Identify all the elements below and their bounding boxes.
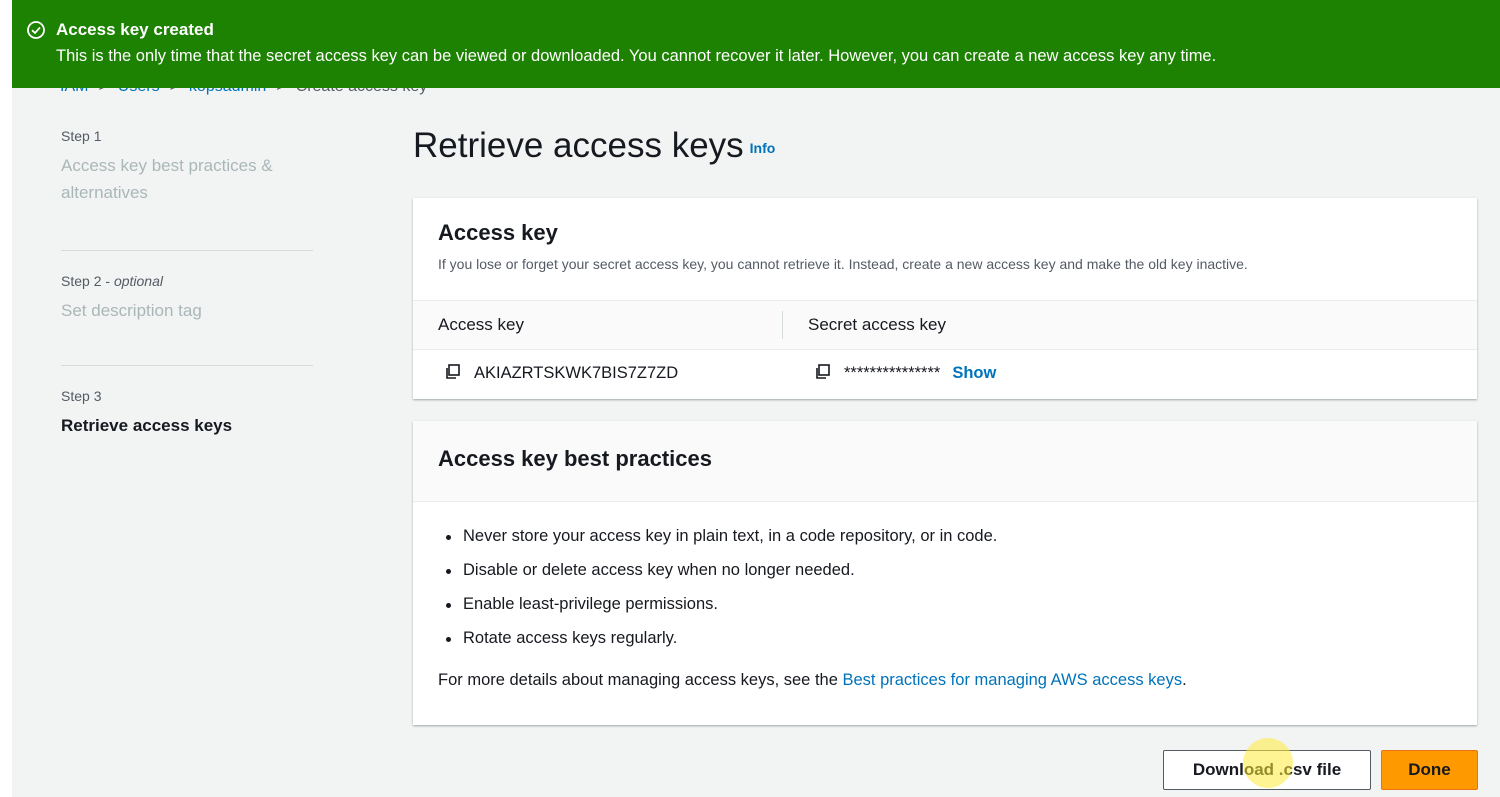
- step-1: Step 1 Access key best practices & alter…: [61, 128, 313, 228]
- list-item: Never store your access key in plain tex…: [438, 527, 997, 561]
- list-item: Enable least-privilege permissions.: [438, 595, 997, 629]
- access-key-description: If you lose or forget your secret access…: [438, 256, 1248, 272]
- copy-icon[interactable]: [814, 363, 832, 381]
- access-key-value: AKIAZRTSKWK7BIS7Z7ZD: [474, 364, 679, 382]
- table-row: AKIAZRTSKWK7BIS7Z7ZD *************** Show: [413, 349, 1477, 399]
- show-secret-button[interactable]: Show: [952, 364, 996, 382]
- list-item: Rotate access keys regularly.: [438, 629, 997, 663]
- column-separator: [782, 311, 783, 339]
- flash-message: This is the only time that the secret ac…: [56, 47, 1217, 65]
- col-access-key: Access key: [438, 315, 524, 334]
- col-secret-access-key: Secret access key: [808, 315, 946, 334]
- page-title: Retrieve access keys Info: [413, 126, 775, 166]
- step-3-name: Retrieve access keys: [61, 416, 233, 435]
- check-circle-icon: [27, 21, 45, 39]
- access-key-title: Access key: [438, 220, 558, 245]
- step-1-label: Step 1: [61, 128, 102, 144]
- best-practices-list: Never store your access key in plain tex…: [438, 527, 997, 663]
- best-practices-link[interactable]: Best practices for managing AWS access k…: [842, 671, 1182, 689]
- step-divider: [61, 365, 313, 366]
- secret-key-cell: *************** Show: [814, 363, 996, 383]
- page-title-text: Retrieve access keys: [413, 126, 744, 165]
- download-csv-button[interactable]: Download .csv file: [1163, 750, 1371, 790]
- step-3-label: Step 3: [61, 388, 102, 404]
- access-key-panel: Access key If you lose or forget your se…: [413, 198, 1477, 399]
- step-3: Step 3 Retrieve access keys: [61, 388, 313, 439]
- success-flash-banner: Access key created This is the only time…: [12, 0, 1500, 88]
- more-details-text: For more details about managing access k…: [438, 671, 1187, 690]
- step-divider: [61, 250, 313, 251]
- list-item: Disable or delete access key when no lon…: [438, 561, 997, 595]
- more-details-prefix: For more details about managing access k…: [438, 671, 843, 689]
- wizard-steps: Step 1 Access key best practices & alter…: [61, 128, 313, 439]
- info-link[interactable]: Info: [750, 140, 776, 156]
- secret-key-masked: ***************: [844, 364, 941, 382]
- flash-title: Access key created: [56, 20, 214, 39]
- step-2-label: Step 2 - optional: [61, 273, 163, 289]
- step-2-label-text: Step 2: [61, 273, 102, 289]
- step-1-name: Access key best practices & alternatives: [61, 156, 273, 202]
- done-button[interactable]: Done: [1381, 750, 1478, 790]
- step-2-optional: optional: [113, 273, 163, 289]
- access-key-cell: AKIAZRTSKWK7BIS7Z7ZD: [444, 363, 678, 383]
- left-edge: [0, 0, 12, 797]
- best-practices-header: Access key best practices: [413, 421, 1477, 502]
- copy-icon[interactable]: [444, 363, 462, 381]
- best-practices-title: Access key best practices: [438, 446, 712, 471]
- access-key-table-header: Access key Secret access key: [413, 300, 1477, 350]
- step-2: Step 2 - optional Set description tag: [61, 273, 313, 343]
- access-key-header: Access key If you lose or forget your se…: [438, 220, 1248, 272]
- step-2-name: Set description tag: [61, 301, 202, 320]
- more-details-suffix: .: [1182, 671, 1187, 689]
- best-practices-panel: Access key best practices Never store yo…: [413, 421, 1477, 725]
